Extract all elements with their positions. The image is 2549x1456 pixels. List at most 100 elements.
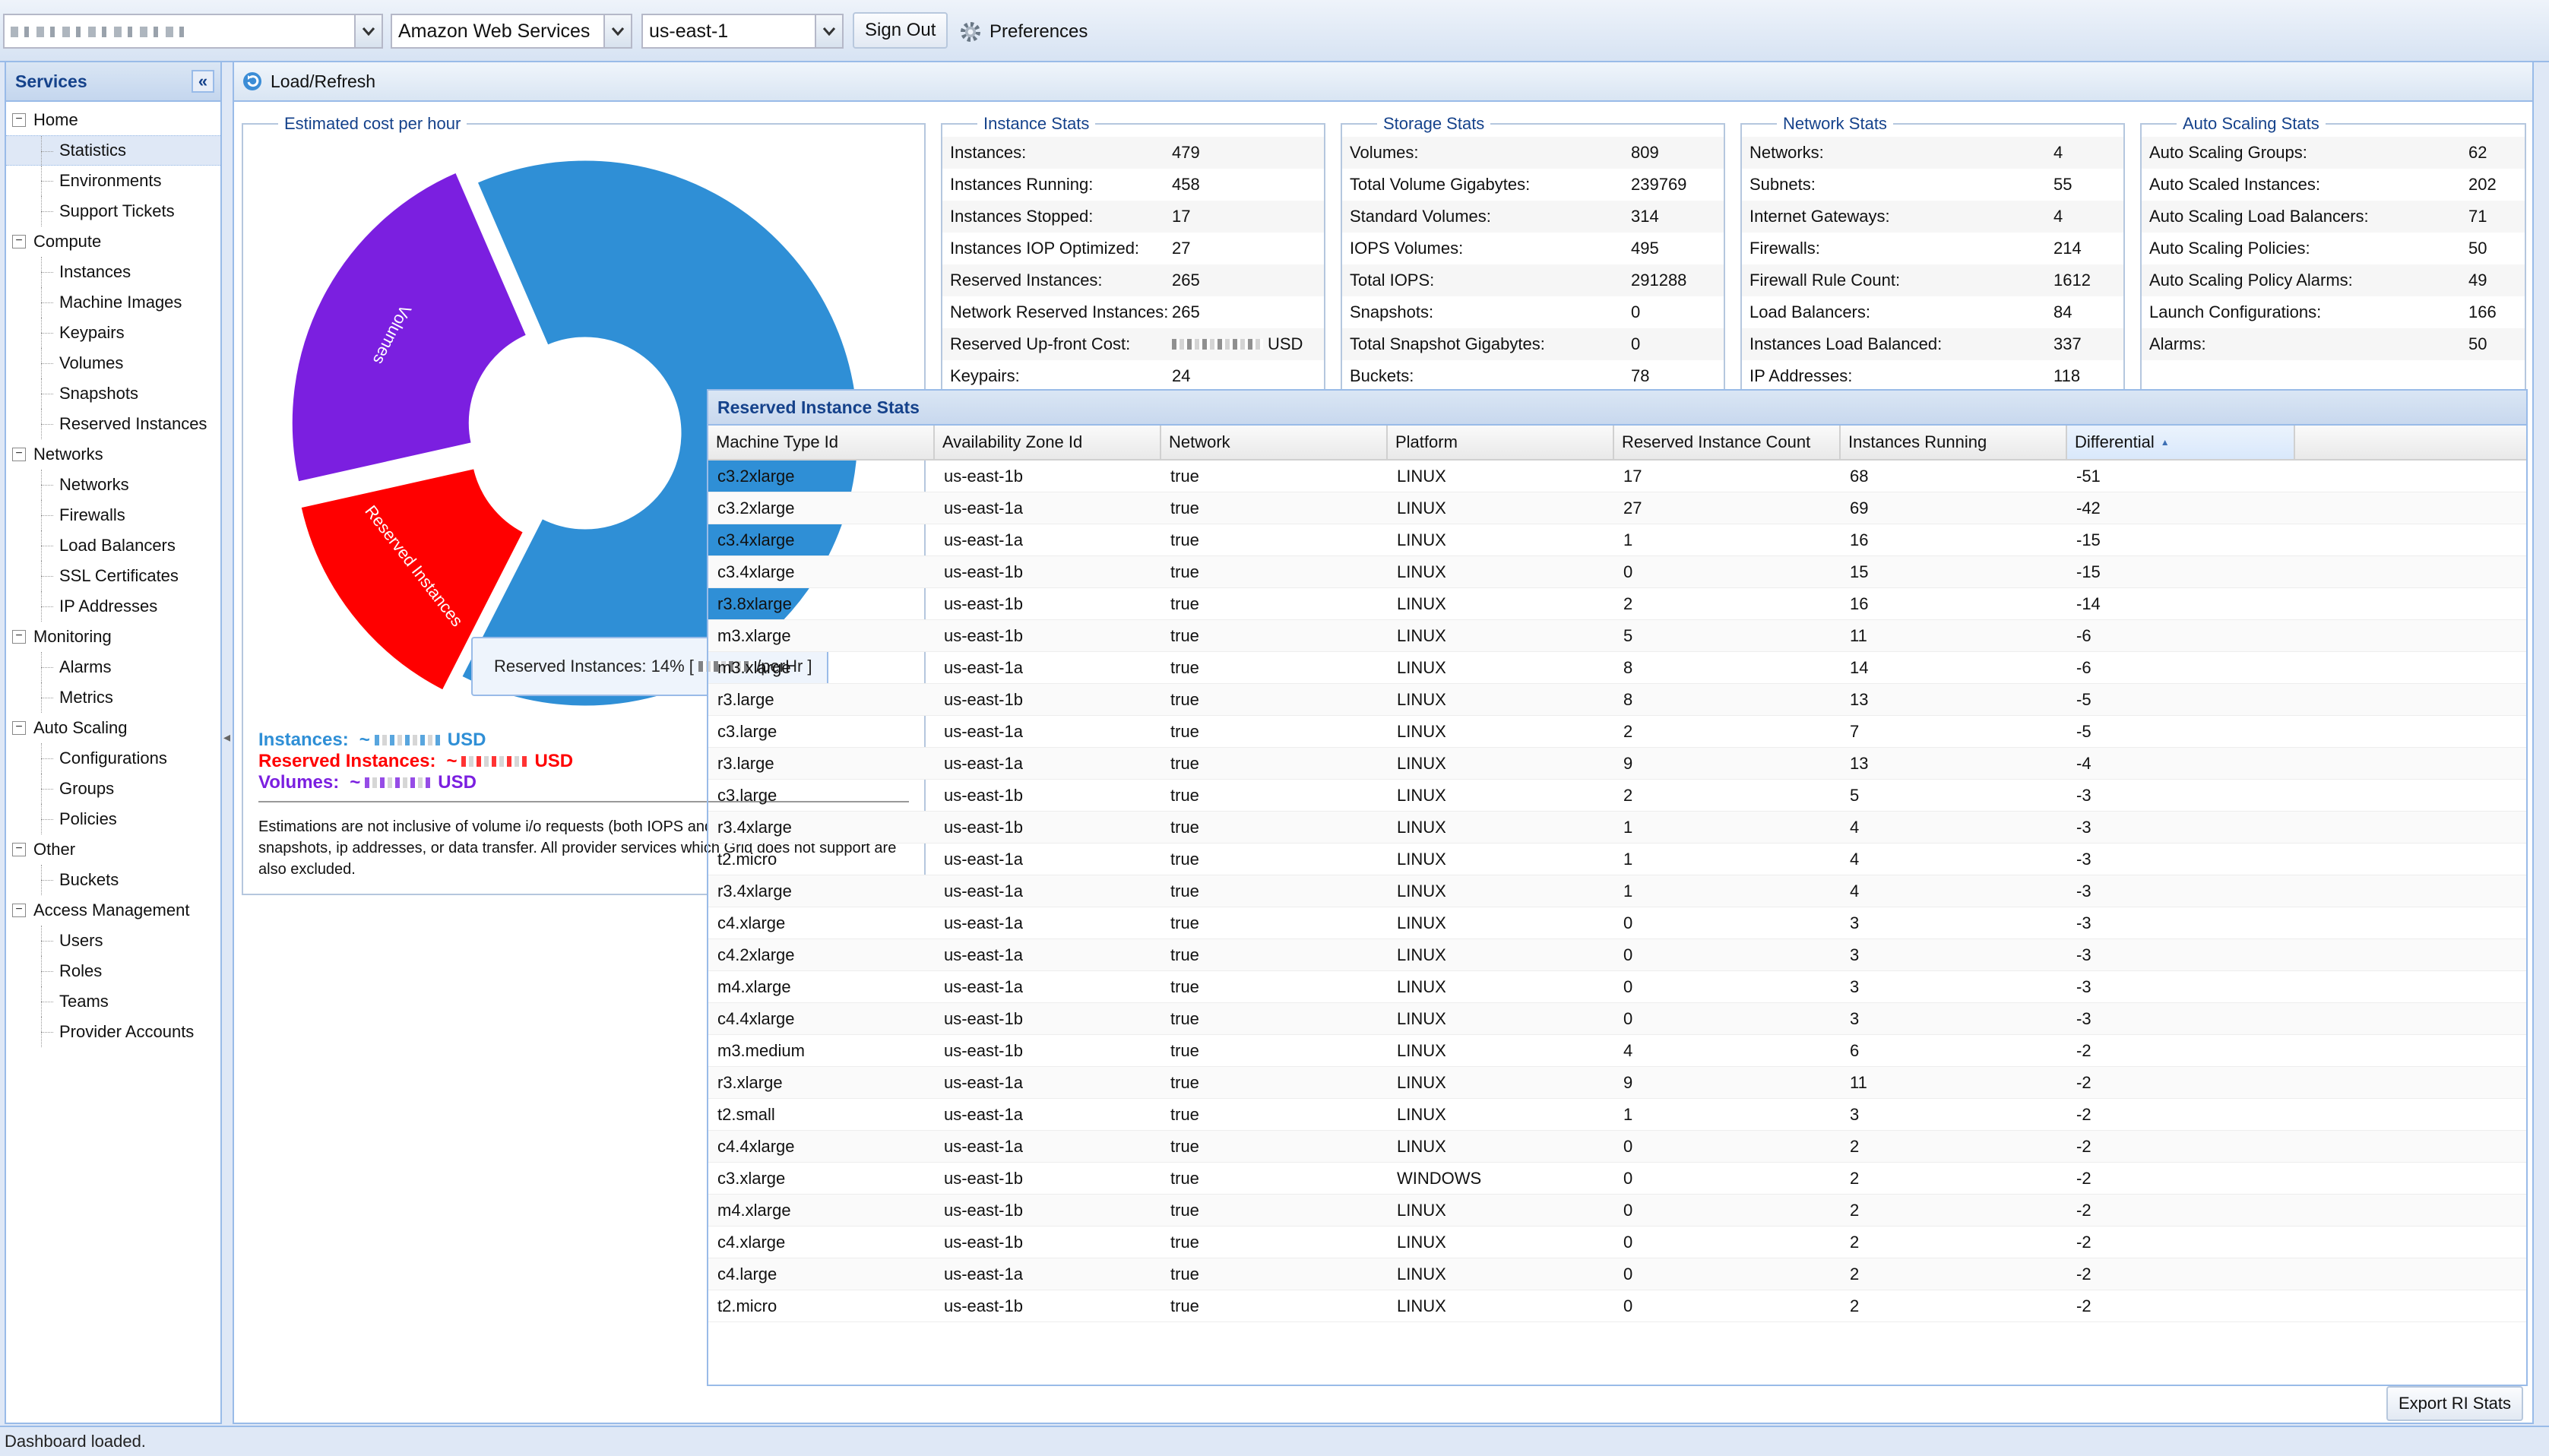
preferences-button[interactable]: Preferences: [959, 17, 1088, 47]
table-row[interactable]: m3.xlarge us-east-1b true LINUX 5 11 -6: [708, 620, 2526, 652]
sidebar-item-buckets[interactable]: Buckets: [6, 865, 220, 895]
table-row[interactable]: r3.large us-east-1a true LINUX 9 13 -4: [708, 748, 2526, 780]
table-row[interactable]: c3.4xlarge us-east-1b true LINUX 0 15 -15: [708, 556, 2526, 588]
sign-out-button[interactable]: Sign Out: [853, 12, 948, 49]
table-cell: true: [1170, 881, 1199, 901]
collapse-toggle-icon[interactable]: −: [12, 721, 26, 735]
sidebar-group-monitoring[interactable]: − Monitoring: [6, 622, 220, 652]
sidebar-item-roles[interactable]: Roles: [6, 956, 220, 986]
sidebar-item-ssl-certificates[interactable]: SSL Certificates: [6, 561, 220, 591]
sidebar-group-compute[interactable]: − Compute: [6, 226, 220, 257]
table-row[interactable]: r3.4xlarge us-east-1b true LINUX 1 4 -3: [708, 812, 2526, 844]
stat-value: 214: [2053, 239, 2082, 258]
column-header-machine-type-id[interactable]: Machine Type Id: [708, 426, 935, 459]
table-row[interactable]: m3.xlarge us-east-1a true LINUX 8 14 -6: [708, 652, 2526, 684]
sidebar-group-other[interactable]: − Other: [6, 834, 220, 865]
table-row[interactable]: c4.xlarge us-east-1b true LINUX 0 2 -2: [708, 1227, 2526, 1258]
column-header-differential[interactable]: Differential ▲: [2067, 426, 2295, 459]
table-row[interactable]: r3.large us-east-1b true LINUX 8 13 -5: [708, 684, 2526, 716]
table-cell: us-east-1a: [944, 498, 1023, 518]
sidebar-item-metrics[interactable]: Metrics: [6, 682, 220, 713]
stat-label: Keypairs:: [950, 366, 1020, 385]
table-row[interactable]: t2.micro us-east-1a true LINUX 1 4 -3: [708, 844, 2526, 875]
stat-row: Network Reserved Instances: 265: [942, 296, 1324, 328]
sidebar-item-reserved-instances[interactable]: Reserved Instances: [6, 409, 220, 439]
column-header-availability-zone-id[interactable]: Availability Zone Id: [935, 426, 1161, 459]
chevron-down-icon[interactable]: [354, 15, 382, 47]
export-ri-stats-button[interactable]: Export RI Stats: [2386, 1386, 2523, 1421]
sidebar-item-configurations[interactable]: Configurations: [6, 743, 220, 774]
collapse-toggle-icon[interactable]: −: [12, 235, 26, 248]
sidebar-group-access-management[interactable]: − Access Management: [6, 895, 220, 926]
sidebar-group-networks[interactable]: − Networks: [6, 439, 220, 470]
services-sidebar: Services « − Home Statistics Environments Su…: [5, 61, 222, 1424]
stat-label: Auto Scaling Load Balancers:: [2149, 207, 2369, 226]
chevron-down-icon[interactable]: [603, 15, 631, 47]
table-row[interactable]: c4.4xlarge us-east-1a true LINUX 0 2 -2: [708, 1131, 2526, 1163]
sidebar-item-load-balancers[interactable]: Load Balancers: [6, 530, 220, 561]
sidebar-item-provider-accounts[interactable]: Provider Accounts: [6, 1017, 220, 1047]
table-cell: -2: [2076, 1168, 2091, 1188]
ri-stats-title: Reserved Instance Stats: [708, 391, 2526, 426]
chevron-down-icon[interactable]: [815, 15, 842, 47]
collapse-toggle-icon[interactable]: −: [12, 630, 26, 644]
collapse-icon[interactable]: «: [192, 70, 214, 93]
refresh-icon[interactable]: [242, 71, 263, 92]
stat-label: Subnets:: [1749, 175, 1816, 194]
column-header-platform[interactable]: Platform: [1388, 426, 1614, 459]
table-row[interactable]: c3.xlarge us-east-1b true WINDOWS 0 2 -2: [708, 1163, 2526, 1195]
collapse-toggle-icon[interactable]: −: [12, 113, 26, 127]
table-row[interactable]: t2.micro us-east-1b true LINUX 0 2 -2: [708, 1290, 2526, 1322]
region-select[interactable]: us-east-1: [641, 14, 844, 49]
column-header-network[interactable]: Network: [1161, 426, 1388, 459]
table-row[interactable]: c3.large us-east-1b true LINUX 2 5 -3: [708, 780, 2526, 812]
table-row[interactable]: c4.xlarge us-east-1a true LINUX 0 3 -3: [708, 907, 2526, 939]
table-row[interactable]: m4.xlarge us-east-1a true LINUX 0 3 -3: [708, 971, 2526, 1003]
table-row[interactable]: c4.2xlarge us-east-1a true LINUX 0 3 -3: [708, 939, 2526, 971]
table-row[interactable]: t2.small us-east-1a true LINUX 1 3 -2: [708, 1099, 2526, 1131]
column-header-instances-running[interactable]: Instances Running: [1841, 426, 2067, 459]
sidebar-item-policies[interactable]: Policies: [6, 804, 220, 834]
table-cell: 1: [1623, 530, 1633, 549]
sidebar-item-networks[interactable]: Networks: [6, 470, 220, 500]
table-row[interactable]: r3.xlarge us-east-1a true LINUX 9 11 -2: [708, 1067, 2526, 1099]
column-header-reserved-instance-count[interactable]: Reserved Instance Count: [1614, 426, 1841, 459]
account-select[interactable]: [3, 14, 383, 49]
sidebar-item-ip-addresses[interactable]: IP Addresses: [6, 591, 220, 622]
table-row[interactable]: c3.2xlarge us-east-1b true LINUX 17 68 -51: [708, 461, 2526, 492]
table-row[interactable]: m4.xlarge us-east-1b true LINUX 0 2 -2: [708, 1195, 2526, 1227]
legend-prefix: ~: [350, 772, 361, 793]
load-refresh-button[interactable]: Load/Refresh: [271, 71, 375, 92]
table-cell: c3.2xlarge: [717, 498, 795, 518]
sidebar-item-support-tickets[interactable]: Support Tickets: [6, 196, 220, 226]
sidebar-item-groups[interactable]: Groups: [6, 774, 220, 804]
table-row[interactable]: c3.large us-east-1a true LINUX 2 7 -5: [708, 716, 2526, 748]
collapse-toggle-icon[interactable]: −: [12, 843, 26, 856]
sidebar-item-snapshots[interactable]: Snapshots: [6, 378, 220, 409]
sidebar-item-keypairs[interactable]: Keypairs: [6, 318, 220, 348]
collapse-toggle-icon[interactable]: −: [12, 448, 26, 461]
table-row[interactable]: r3.8xlarge us-east-1b true LINUX 2 16 -14: [708, 588, 2526, 620]
table-row[interactable]: c3.2xlarge us-east-1a true LINUX 27 69 -42: [708, 492, 2526, 524]
sidebar-group-home[interactable]: − Home: [6, 105, 220, 135]
table-cell: true: [1170, 562, 1199, 581]
sidebar-item-teams[interactable]: Teams: [6, 986, 220, 1017]
provider-select[interactable]: Amazon Web Services: [391, 14, 632, 49]
collapse-toggle-icon[interactable]: −: [12, 904, 26, 917]
sidebar-splitter[interactable]: ◂: [223, 730, 231, 752]
sidebar-item-alarms[interactable]: Alarms: [6, 652, 220, 682]
table-row[interactable]: r3.4xlarge us-east-1a true LINUX 1 4 -3: [708, 875, 2526, 907]
table-row[interactable]: c4.4xlarge us-east-1b true LINUX 0 3 -3: [708, 1003, 2526, 1035]
sidebar-item-environments[interactable]: Environments: [6, 166, 220, 196]
table-row[interactable]: c3.4xlarge us-east-1a true LINUX 1 16 -15: [708, 524, 2526, 556]
table-row[interactable]: m3.medium us-east-1b true LINUX 4 6 -2: [708, 1035, 2526, 1067]
sidebar-group-auto-scaling[interactable]: − Auto Scaling: [6, 713, 220, 743]
sidebar-item-users[interactable]: Users: [6, 926, 220, 956]
sidebar-item-instances[interactable]: Instances: [6, 257, 220, 287]
stat-value: 84: [2053, 302, 2072, 321]
table-row[interactable]: c4.large us-east-1a true LINUX 0 2 -2: [708, 1258, 2526, 1290]
sidebar-item-machine-images[interactable]: Machine Images: [6, 287, 220, 318]
sidebar-item-firewalls[interactable]: Firewalls: [6, 500, 220, 530]
sidebar-item-statistics[interactable]: Statistics: [6, 135, 220, 166]
sidebar-item-volumes[interactable]: Volumes: [6, 348, 220, 378]
